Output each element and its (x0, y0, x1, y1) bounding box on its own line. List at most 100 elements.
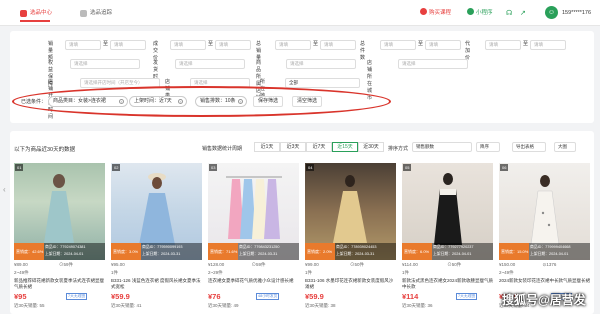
card-price-line: ¥114.00 ⊙50件 (402, 262, 493, 268)
view-toggle-button[interactable]: 大图 (554, 142, 576, 152)
card-percent: 营销度：42.6% (14, 243, 44, 260)
card-price-line: ¥89.00 ⊙59件 (14, 262, 105, 268)
listing-date: 上架日期：2024-04-01 (530, 252, 569, 256)
product-id: 商品ID：779249074381 (45, 245, 86, 249)
card-price-line: ¥99.00 ⊙50件 (305, 262, 396, 268)
sort-select[interactable]: 销售额数 (412, 142, 472, 152)
small-price: ¥150.00 (499, 262, 516, 267)
product-image[interactable]: 04 营销度：2.0% 商品ID：778939024453 上架日期：2024-03… (305, 163, 396, 260)
product-price: ¥59.9 (305, 292, 324, 301)
card-data-band: 营销度：6.0% 商品ID：779277920237 上架日期：2024-04-01 (402, 243, 493, 260)
range-min-input[interactable]: 请填 (380, 40, 416, 50)
listing-date: 上架日期：2024-03-31 (336, 252, 375, 256)
tab-selection-center[interactable]: 选品中心 (20, 8, 52, 19)
ship-time-select[interactable]: 请选择 (175, 59, 245, 69)
range-max-input[interactable]: 请填 (215, 40, 251, 50)
card-meta: 商品ID：779590099193 上架日期：2024-03-31 (142, 244, 183, 258)
card-price-line: ¥95.00 (111, 262, 202, 267)
listing-date: 上架日期：2024-03-31 (142, 252, 181, 256)
range-min-input[interactable]: 请填 (485, 40, 521, 50)
user-phone[interactable]: 159*****176 (562, 8, 591, 19)
range-min-input[interactable]: 请填 (275, 40, 311, 50)
product-image[interactable]: 03 营销度：71.6% 商品ID：779843231250 上架日期：2024-0… (208, 163, 299, 260)
product-title[interactable]: 2024新款女装印花连衣裙中长款气质显瘦长裙 (499, 278, 590, 290)
product-card[interactable]: 05 营销度：6.0% 商品ID：779277920237 上架日期：2024-04… (402, 163, 493, 314)
filter-label: 销量额 (48, 41, 54, 61)
product-id: 商品ID：779590099193 (142, 245, 183, 249)
sold-count: ⊙1376 (542, 262, 557, 267)
range-max-input[interactable]: 请填 (425, 40, 461, 50)
product-id: 商品ID：779843231250 (239, 245, 280, 249)
range-min-input[interactable]: 请填 (170, 40, 206, 50)
filter-label: 总销量 (256, 41, 262, 61)
sold-count: ⊙59件 (59, 262, 74, 267)
card-size-line: 1件 (402, 270, 410, 275)
product-card[interactable]: 01 营销度：42.6% 商品ID：779249074381 上架日期：2024-0… (14, 163, 105, 314)
small-price: ¥114.00 (402, 262, 418, 267)
product-image[interactable]: 06 营销度：15.0% 商品ID：779999404668 上架日期：2024-0… (499, 163, 590, 260)
product-price: ¥76 (208, 292, 221, 301)
range-max-input[interactable]: 请填 (530, 40, 566, 50)
region-select[interactable]: 全部 (285, 78, 360, 88)
sort-label: 排序方式 (388, 146, 409, 152)
product-image[interactable]: 02 营销度：3.0% 商品ID：779590099193 上架日期：2024-03… (111, 163, 202, 260)
card-number: 03 (209, 164, 218, 171)
guarantee-select[interactable]: 请选择 (70, 59, 140, 69)
service-tag: 48小时发货 (256, 293, 280, 300)
product-image[interactable]: 01 营销度：42.6% 商品ID：779249074381 上架日期：2024-0… (14, 163, 105, 260)
product-title[interactable]: B331-106 水墨印花连衣裙新款女装度假风沙滩裙 (305, 278, 396, 290)
store-city-select[interactable]: 请选择 (398, 59, 468, 69)
card-data-band: 营销度：2.0% 商品ID：778939024453 上架日期：2024-03-31 (305, 243, 396, 260)
card-size-line: 1件 (111, 270, 119, 275)
segment-3day[interactable]: 近3天 (280, 142, 306, 152)
store-select[interactable]: 请选择 (286, 59, 356, 69)
segment-1day[interactable]: 近1天 (254, 142, 280, 152)
product-title[interactable]: 新品推荐碎花裙新款女装夏季法式连衣裙显瘦气质长裙 (14, 278, 105, 290)
product-price: ¥95 (14, 292, 27, 301)
card-price-line: ¥150.00 ⊙1376 (499, 262, 590, 268)
miniprogram-link[interactable]: 小程序 (467, 8, 493, 19)
range-min-input[interactable]: 请填 (65, 40, 101, 50)
card-meta: 商品ID：779843231250 上架日期：2024-03-31 (239, 244, 280, 258)
segment-30day[interactable]: 近30天 (358, 142, 384, 152)
product-id: 商品ID：779277920237 (433, 245, 474, 249)
segment-7day[interactable]: 近7天 (306, 142, 332, 152)
small-price: ¥99.00 (305, 262, 319, 267)
card-data-band: 营销度：15.0% 商品ID：779999404668 上架日期：2024-04-0… (499, 243, 590, 260)
product-image[interactable]: 05 营销度：6.0% 商品ID：779277920237 上架日期：2024-04… (402, 163, 493, 260)
period-label: 销售数据统计周期 (202, 146, 243, 152)
buy-course-link[interactable]: 购买课程 (420, 8, 451, 19)
product-card[interactable]: 02 营销度：3.0% 商品ID：779590099193 上架日期：2024-03… (111, 163, 202, 314)
share-icon[interactable]: ↗ (520, 8, 526, 19)
product-card[interactable]: 03 营销度：71.6% 商品ID：779843231250 上架日期：2024-0… (208, 163, 299, 314)
card-percent: 营销度：2.0% (305, 243, 335, 260)
range-max-input[interactable]: 请填 (320, 40, 356, 50)
grid-icon (20, 10, 27, 17)
range-sep: 至 (313, 41, 319, 47)
listing-date: 上架日期：2024-04-01 (433, 252, 472, 256)
small-price: ¥95.00 (111, 262, 125, 267)
product-title[interactable]: 连衣裙女夏季碎花气质优雅小众设计感长裙 (208, 278, 299, 290)
headset-icon[interactable]: ☊ (506, 8, 512, 19)
chevron-left-icon[interactable]: ‹ (3, 185, 6, 194)
range-sep: 至 (208, 41, 214, 47)
avatar[interactable]: ☺ (545, 6, 558, 19)
sold-count: ⊙59件 (251, 262, 266, 267)
tab-selection-tracking[interactable]: 选品追踪 (80, 8, 112, 19)
card-number: 06 (500, 164, 509, 171)
product-card[interactable]: 04 营销度：2.0% 商品ID：778939024453 上架日期：2024-03… (305, 163, 396, 314)
results-panel: 以下为商品近30天的数据 销售数据统计周期 近1天 近3天 近7天 近15天 近… (10, 131, 594, 314)
service-tag: 7天无理由 (66, 293, 88, 300)
card-percent: 营销度：3.0% (111, 243, 141, 260)
top-bar: 选品中心 选品追踪 购买课程 小程序 ☊ ↗ ☺ 159*****176 (0, 0, 600, 26)
range-max-input[interactable]: 请填 (110, 40, 146, 50)
product-title[interactable]: 新款法式黑色连衣裙女2024新款收腰显瘦气质中长款 (402, 278, 493, 290)
course-label: 购买课程 (429, 10, 452, 16)
card-number: 01 (15, 164, 24, 171)
course-icon (420, 8, 427, 15)
segment-15day[interactable]: 近15天 (332, 142, 358, 152)
product-title[interactable]: B331-126 浅蓝色连衣裙 度假风长裙女夏季法式宽松 (111, 278, 202, 290)
listing-date: 上架日期：2024-04-01 (45, 252, 84, 256)
export-button[interactable]: 导出表格 (512, 142, 546, 152)
sort-order-select[interactable]: 降序 (476, 142, 500, 152)
